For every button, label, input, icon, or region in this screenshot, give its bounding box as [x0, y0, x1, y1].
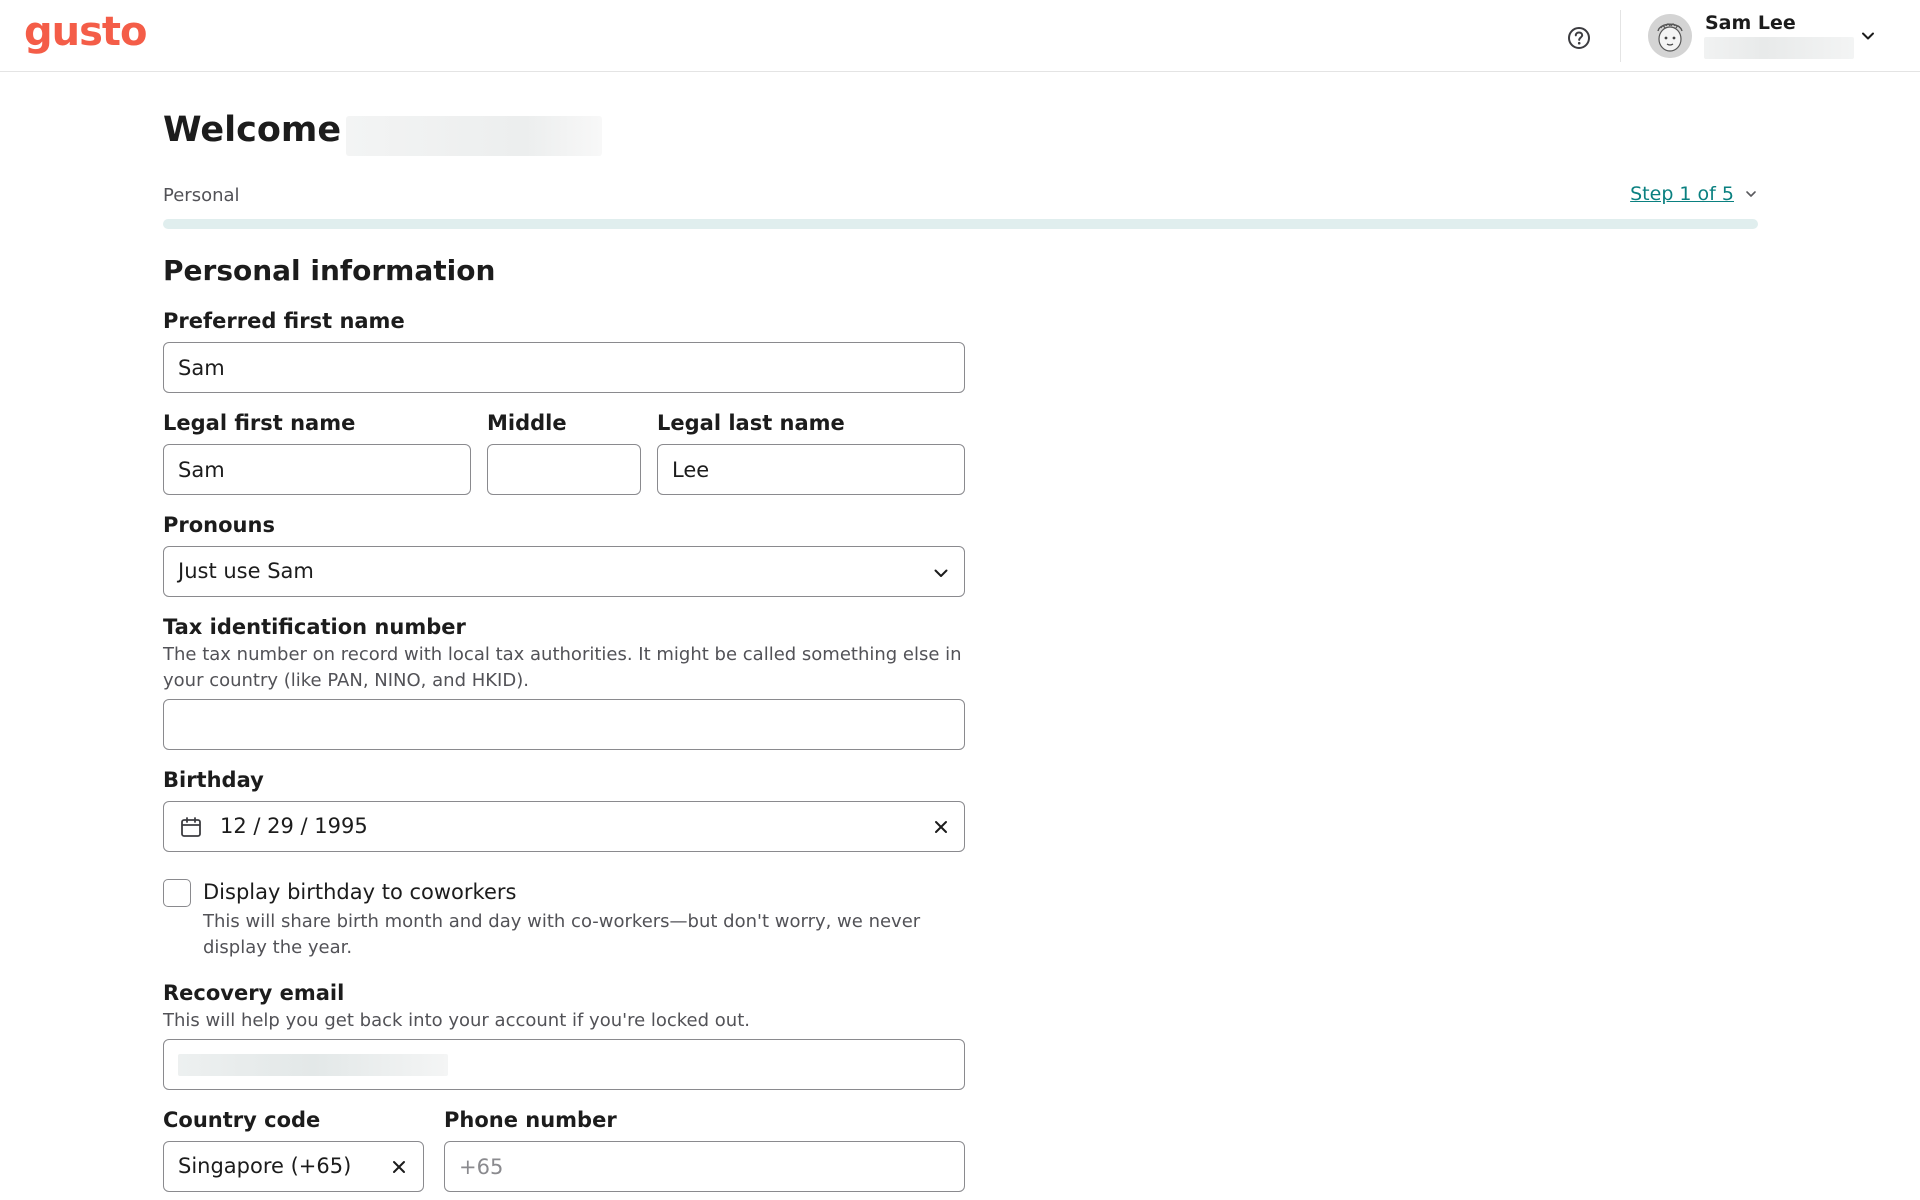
step-indicator-text: Step 1 of 5 — [1630, 183, 1734, 205]
display-birthday-hint-line-1: This will share birth month and day with… — [203, 911, 921, 932]
tax-id-label: Tax identification number — [163, 615, 466, 639]
progress-bar — [163, 219, 1758, 229]
company-name-redacted — [346, 116, 602, 156]
recovery-email-label: Recovery email — [163, 981, 345, 1005]
pronouns-label: Pronouns — [163, 513, 275, 537]
user-company-redacted — [1704, 37, 1854, 59]
country-code-select[interactable]: Singapore (+65) — [163, 1141, 424, 1192]
display-birthday-hint: This will share birth month and day with… — [203, 909, 983, 961]
tax-id-input[interactable] — [163, 699, 965, 750]
chevron-down-icon — [934, 569, 948, 577]
pronouns-select[interactable]: Just use Sam — [163, 546, 965, 597]
country-code-label: Country code — [163, 1108, 321, 1132]
display-birthday-label[interactable]: Display birthday to coworkers — [203, 880, 516, 904]
tax-id-hint-line-1: The tax number on record with local tax … — [163, 644, 962, 665]
avatar — [1648, 14, 1692, 58]
topbar-divider — [1620, 10, 1621, 62]
step-indicator-link[interactable]: Step 1 of 5 — [1630, 183, 1758, 205]
display-birthday-checkbox[interactable] — [163, 879, 191, 907]
legal-last-name-label: Legal last name — [657, 411, 845, 435]
question-circle-icon — [1568, 27, 1590, 49]
phone-number-label: Phone number — [444, 1108, 617, 1132]
top-bar: gusto Sam Lee — [0, 0, 1920, 72]
chevron-down-icon — [1862, 32, 1874, 40]
clear-icon[interactable] — [932, 818, 950, 836]
preferred-first-name-input[interactable] — [163, 342, 965, 393]
form-title: Personal information — [163, 254, 496, 287]
legal-first-name-label: Legal first name — [163, 411, 356, 435]
legal-first-name-input[interactable] — [163, 444, 471, 495]
recovery-email-input[interactable] — [163, 1039, 965, 1090]
phone-number-input[interactable] — [444, 1141, 965, 1192]
user-name: Sam Lee — [1705, 12, 1796, 34]
birthday-value: 12 / 29 / 1995 — [220, 814, 368, 838]
chevron-down-icon — [1746, 191, 1756, 197]
legal-last-name-input[interactable] — [657, 444, 965, 495]
birthday-date-input[interactable]: 12 / 29 / 1995 — [163, 801, 965, 852]
calendar-icon[interactable] — [179, 815, 203, 839]
clear-icon[interactable] — [390, 1158, 408, 1176]
display-birthday-hint-line-2: display the year. — [203, 937, 353, 958]
gusto-logo[interactable]: gusto — [24, 6, 148, 58]
country-code-value: Singapore (+65) — [178, 1154, 352, 1178]
recovery-email-redacted — [178, 1054, 448, 1076]
tax-id-hint: The tax number on record with local tax … — [163, 642, 983, 694]
progress-section-label: Personal — [163, 185, 240, 206]
tax-id-hint-line-2: your country (like PAN, NINO, and HKID). — [163, 670, 529, 691]
middle-name-label: Middle — [487, 411, 567, 435]
middle-name-input[interactable] — [487, 444, 641, 495]
birthday-label: Birthday — [163, 768, 264, 792]
recovery-email-hint: This will help you get back into your ac… — [163, 1010, 750, 1031]
user-menu[interactable]: Sam Lee — [1648, 10, 1888, 62]
preferred-first-name-label: Preferred first name — [163, 309, 405, 333]
pronouns-selected-value: Just use Sam — [178, 559, 314, 583]
help-button[interactable] — [1564, 23, 1594, 53]
